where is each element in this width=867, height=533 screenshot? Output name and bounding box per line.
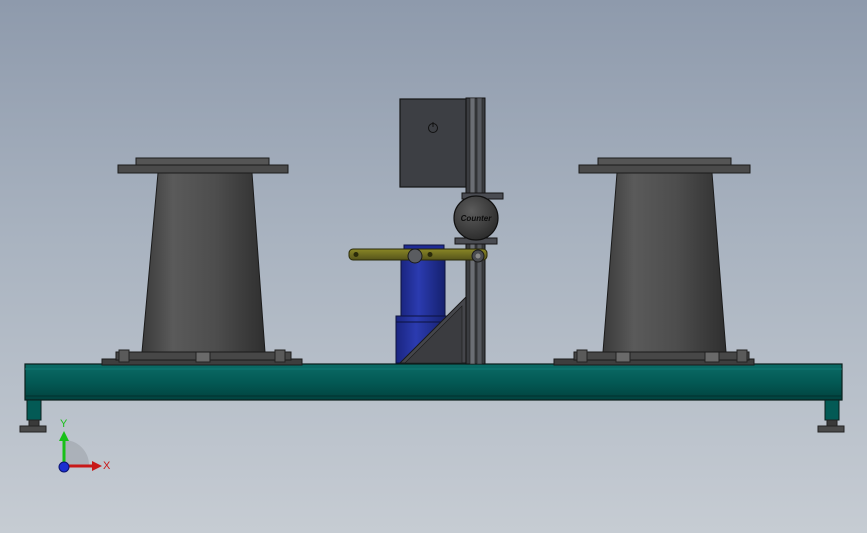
base-frame[interactable]: [24, 363, 843, 401]
counter-wheel[interactable]: Counter: [453, 195, 499, 245]
right-spool[interactable]: [553, 157, 755, 366]
control-box[interactable]: [399, 98, 467, 188]
left-spool[interactable]: [101, 157, 303, 366]
axis-triad: Y X: [58, 418, 111, 473]
cad-viewport[interactable]: Counter Y X: [0, 0, 867, 533]
z-axis-dot-icon: [58, 461, 70, 473]
x-axis-label: X: [103, 460, 111, 472]
y-arrowhead-icon: [59, 431, 69, 441]
x-arrowhead-icon: [92, 461, 102, 471]
y-axis-label: Y: [60, 418, 68, 430]
left-leg[interactable]: [19, 399, 47, 433]
right-leg[interactable]: [817, 399, 845, 433]
counter-label: Counter: [461, 214, 493, 223]
